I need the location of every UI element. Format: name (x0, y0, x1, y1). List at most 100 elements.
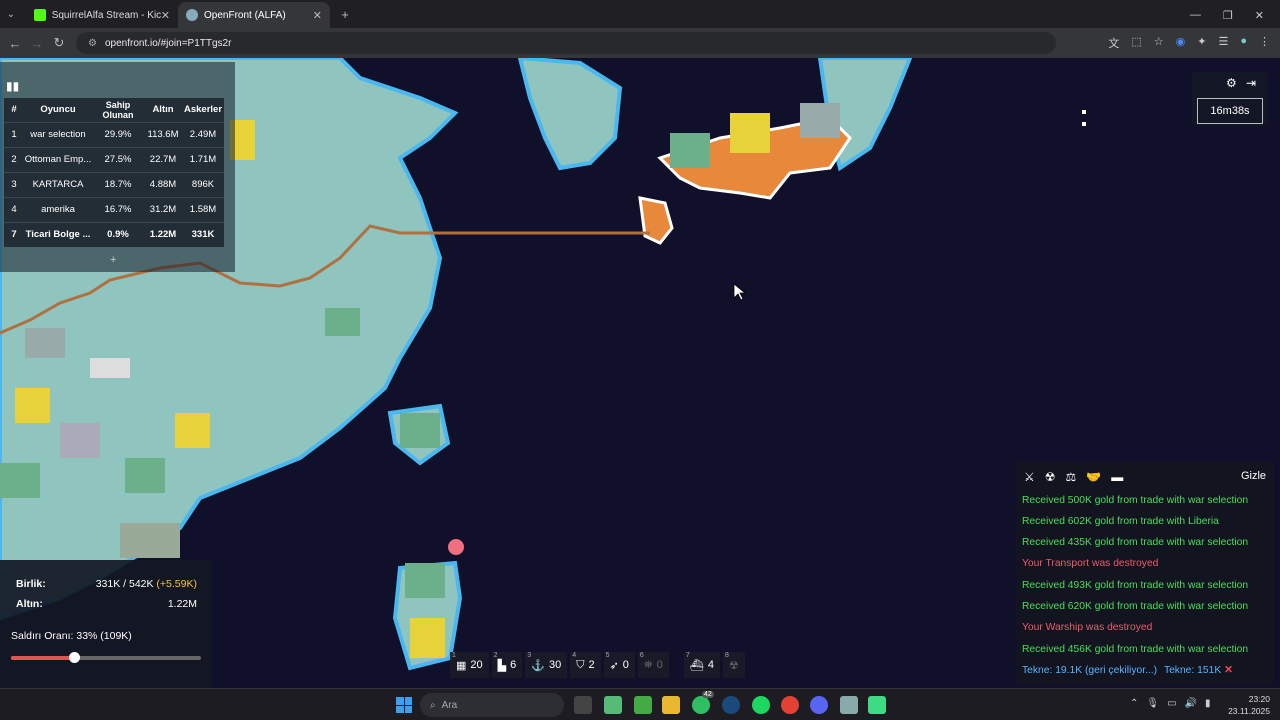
alliance-filter-icon[interactable]: 🤝 (1086, 470, 1101, 484)
col-gold[interactable]: Altın (144, 98, 182, 122)
sam-launcher-icon: ⛯ (643, 658, 653, 671)
leaderboard-row[interactable]: 2 Ottoman Emp... 27.5% 22.7M 1.71M (4, 146, 224, 172)
cancel-boat-button[interactable]: ✕ (1224, 665, 1233, 676)
tab-openfront[interactable]: OpenFront (ALFA) ✕ (178, 2, 330, 28)
building-marker (15, 388, 50, 423)
tab-title: OpenFront (ALFA) (204, 9, 286, 21)
player-cell: war selection (24, 121, 92, 147)
menu-dots-icon[interactable]: ⋮ (1259, 35, 1270, 51)
hide-events-button[interactable]: Gizle (1241, 470, 1266, 482)
leaderboard-table: # Oyuncu Sahip Olunan Altın Askerler 1 w… (4, 98, 224, 247)
taskbar-search[interactable]: ⌕ Ara (420, 693, 564, 717)
file-explorer-icon[interactable] (662, 696, 680, 714)
settings-gear-icon[interactable]: ⚙ (1226, 76, 1237, 90)
notification-badge: 42 (702, 691, 714, 698)
forward-icon[interactable]: → (26, 36, 48, 51)
battery-icon[interactable]: ▮ (1205, 698, 1211, 709)
spotify-icon[interactable] (752, 696, 770, 714)
bar-chart-icon[interactable]: ▮▮ (6, 79, 19, 93)
build-nuke-button[interactable]: 8 ☢ (722, 652, 745, 678)
building-marker (405, 563, 445, 598)
player-cell: Ottoman Emp... (24, 146, 92, 172)
leaderboard-expand-button[interactable]: + (110, 254, 116, 266)
col-troops[interactable]: Askerler (182, 98, 224, 122)
chrome-icon[interactable] (781, 696, 799, 714)
close-window-icon[interactable]: ✕ (1255, 9, 1264, 22)
windows-start-icon[interactable] (396, 697, 412, 713)
reload-icon[interactable]: ↻ (48, 35, 70, 51)
network-icon[interactable]: ▭ (1167, 698, 1176, 709)
tab-list-chevron-icon[interactable]: ⌄ (0, 2, 22, 28)
search-placeholder: Ara (441, 699, 458, 711)
attack-ratio-slider[interactable] (11, 652, 201, 663)
owned-cell: 0.9% (92, 221, 144, 247)
build-missile-silo-button[interactable]: 5 ➶ 0 (603, 652, 635, 678)
chevron-up-icon[interactable]: ⌃ (1130, 698, 1138, 709)
whatsapp-icon[interactable] (692, 696, 710, 714)
url-field[interactable]: ⚙ openfront.io/#join=P1TTgs2r (76, 32, 1056, 54)
game-viewport[interactable]: ▮▮ # Oyuncu Sahip Olunan Altın Askerler … (0, 58, 1280, 688)
build-warship-button[interactable]: 7 ⛴ 4 (683, 652, 720, 678)
gold-cell: 4.88M (144, 171, 182, 197)
nuke-filter-icon[interactable]: ☢ (1045, 470, 1056, 484)
building-marker (400, 413, 440, 448)
troops-value-group: 331K / 542K (+5.59K) (96, 578, 197, 590)
col-rank[interactable]: # (4, 98, 24, 122)
nuke-target-marker (448, 539, 464, 555)
build-port-button[interactable]: 3 ⚓ 30 (525, 652, 568, 678)
profile-avatar[interactable]: ● (1240, 35, 1247, 51)
troops-value: 331K / 542K (95, 578, 154, 590)
leaderboard-row-self[interactable]: 7 Ticari Bolge ... 0.9% 1.22M 331K (4, 221, 224, 247)
chat-filter-icon[interactable]: ▬ (1111, 470, 1123, 484)
col-player[interactable]: Oyuncu (24, 98, 92, 122)
build-factory-button[interactable]: 2 ▙ 6 (491, 652, 523, 678)
close-tab-icon[interactable]: ✕ (313, 9, 322, 22)
task-view-icon[interactable] (574, 696, 592, 714)
puzzle-icon[interactable]: ✦ (1197, 35, 1206, 51)
bookmark-star-icon[interactable]: ☆ (1154, 35, 1164, 51)
defense-post-icon: ⛉ (576, 658, 585, 671)
leaderboard-row[interactable]: 1 war selection 29.9% 113.6M 2.49M (4, 121, 224, 147)
copilot-icon[interactable] (604, 696, 622, 714)
reading-list-icon[interactable]: ☰ (1218, 35, 1228, 51)
browser-tab-bar: ⌄ SquirrelAlfa Stream - Kick Dashb ✕ Ope… (0, 0, 1280, 28)
event-message: Your Warship was destroyed (1022, 622, 1153, 633)
troops-cell: 1.58M (182, 196, 224, 222)
minimize-icon[interactable]: — (1190, 9, 1201, 21)
tab-squirrelalfa[interactable]: SquirrelAlfa Stream - Kick Dashb ✕ (26, 2, 178, 28)
col-owned[interactable]: Sahip Olunan (92, 98, 144, 122)
trade-filter-icon[interactable]: ⚖ (1066, 470, 1077, 484)
install-icon[interactable]: ⬚ (1131, 35, 1141, 51)
building-marker (0, 463, 40, 498)
build-sam-button[interactable]: 6 ⛯ 0 (637, 652, 669, 678)
translate-icon[interactable]: 文 (1108, 35, 1119, 51)
owned-cell: 16.7% (92, 196, 144, 222)
taskbar-clock[interactable]: 23:20 23.11.2025 (1228, 693, 1270, 717)
extension-icon[interactable]: ◉ (1176, 35, 1186, 51)
build-city-button[interactable]: 1 ▦ 20 (450, 652, 489, 678)
terminal-icon[interactable] (634, 696, 652, 714)
exit-game-icon[interactable]: ⇥ (1246, 76, 1256, 90)
leaderboard-row[interactable]: 3 KARTARCA 18.7% 4.88M 896K (4, 171, 224, 197)
rank-cell: 3 (4, 171, 24, 197)
event-message: Received 456K gold from trade with war s… (1022, 644, 1249, 655)
leaderboard-row[interactable]: 4 amerika 16.7% 31.2M 1.58M (4, 196, 224, 222)
restore-icon[interactable]: ❐ (1223, 9, 1233, 22)
build-defense-button[interactable]: 4 ⛉ 2 (570, 652, 601, 678)
back-icon[interactable]: ← (4, 36, 26, 51)
site-info-icon[interactable]: ⚙ (88, 38, 97, 49)
owned-cell: 27.5% (92, 146, 144, 172)
slider-knob[interactable] (68, 652, 80, 663)
sword-filter-icon[interactable]: ⚔ (1024, 470, 1035, 484)
volume-icon[interactable]: 🔊 (1185, 698, 1197, 709)
gold-cell: 113.6M (144, 121, 182, 147)
android-app-icon[interactable] (868, 696, 886, 714)
new-tab-icon[interactable]: + (334, 2, 356, 28)
hotkey-label: 1 (452, 652, 456, 659)
settings-app-icon[interactable] (840, 696, 858, 714)
discord-icon[interactable] (810, 696, 828, 714)
steam-icon[interactable] (722, 696, 740, 714)
building-marker (125, 458, 165, 493)
close-tab-icon[interactable]: ✕ (161, 9, 170, 22)
microphone-icon[interactable]: 🎙 (1146, 698, 1159, 709)
